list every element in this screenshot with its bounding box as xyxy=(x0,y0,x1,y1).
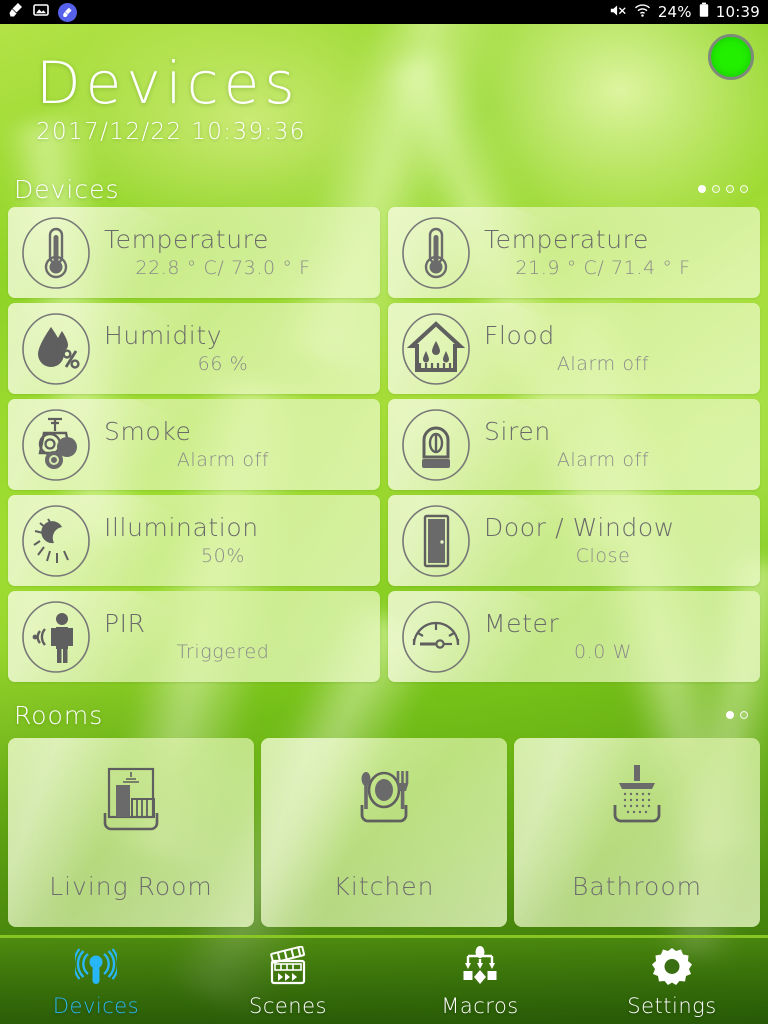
device-title: Temperature xyxy=(484,224,649,254)
page-datetime: 2017/12/22 10:39:36 xyxy=(36,119,306,145)
device-title: Flood xyxy=(484,320,555,350)
status-bar: 24% 10:39 xyxy=(0,0,768,24)
devices-section-header: Devices xyxy=(0,172,768,206)
device-card-door-window[interactable]: Door / Window Close xyxy=(388,495,760,586)
room-label: Kitchen xyxy=(333,872,435,901)
status-bar-clock: 10:39 xyxy=(715,3,760,21)
device-title: Door / Window xyxy=(484,512,675,542)
rooms-page-dot-2[interactable] xyxy=(740,711,748,719)
connection-status-indicator[interactable] xyxy=(708,34,754,80)
brush-icon xyxy=(8,2,24,22)
device-card-temperature-2[interactable]: Temperature 21.9 ° C/ 71.4 ° F xyxy=(388,207,760,298)
screenshot-icon xyxy=(33,2,49,22)
device-value: Alarm off xyxy=(556,352,650,375)
devices-page-dot-1[interactable] xyxy=(698,185,706,193)
device-card-siren[interactable]: Siren Alarm off xyxy=(388,399,760,490)
devices-section-title: Devices xyxy=(14,174,120,204)
device-value: Alarm off xyxy=(556,448,650,471)
devices-grid: Temperature 22.8 ° C/ 73.0 ° F Temperatu… xyxy=(8,207,760,682)
devices-pagination[interactable] xyxy=(698,185,748,193)
gear-icon xyxy=(651,945,693,989)
mute-icon xyxy=(609,3,627,22)
brush-badge-icon xyxy=(58,2,77,22)
room-card-living-room[interactable]: Living Room xyxy=(8,738,254,927)
device-card-flood[interactable]: Flood Alarm off xyxy=(388,303,760,394)
nav-label: Devices xyxy=(52,993,140,1018)
rooms-page-dot-1[interactable] xyxy=(726,711,734,719)
nav-label: Settings xyxy=(627,993,717,1018)
device-title: Smoke xyxy=(104,416,192,446)
flood-icon xyxy=(388,303,484,394)
pir-motion-icon xyxy=(8,591,104,682)
devices-page-dot-2[interactable] xyxy=(712,185,720,193)
device-card-temperature-1[interactable]: Temperature 22.8 ° C/ 73.0 ° F xyxy=(8,207,380,298)
device-title: Siren xyxy=(484,416,551,446)
meter-icon xyxy=(388,591,484,682)
device-value: Close xyxy=(575,544,631,567)
nav-item-scenes[interactable]: Scenes xyxy=(192,938,384,1024)
door-window-icon xyxy=(388,495,484,586)
bathroom-icon xyxy=(602,760,672,842)
device-card-smoke[interactable]: Smoke Alarm off xyxy=(8,399,380,490)
rooms-pagination[interactable] xyxy=(726,711,748,719)
nav-item-settings[interactable]: Settings xyxy=(576,938,768,1024)
illumination-icon xyxy=(8,495,104,586)
devices-page-dot-4[interactable] xyxy=(740,185,748,193)
nav-item-devices[interactable]: Devices xyxy=(0,938,192,1024)
device-value: Alarm off xyxy=(176,448,270,471)
device-value: 21.9 ° C/ 71.4 ° F xyxy=(515,256,691,279)
device-card-illumination[interactable]: Illumination 50% xyxy=(8,495,380,586)
thermometer-icon xyxy=(8,207,104,298)
room-card-bathroom[interactable]: Bathroom xyxy=(514,738,760,927)
thermometer-icon xyxy=(388,207,484,298)
clapperboard-icon xyxy=(267,945,309,989)
room-label: Living Room xyxy=(49,872,213,901)
devices-page-dot-3[interactable] xyxy=(726,185,734,193)
device-value: Triggered xyxy=(176,640,270,663)
nav-label: Scenes xyxy=(249,993,327,1018)
macros-flow-icon xyxy=(459,945,501,989)
room-card-kitchen[interactable]: Kitchen xyxy=(261,738,507,927)
device-value: 50% xyxy=(200,544,246,567)
kitchen-icon xyxy=(349,760,419,842)
page-title: Devices xyxy=(36,49,300,117)
rooms-section-header: Rooms xyxy=(0,698,768,732)
device-title: Temperature xyxy=(104,224,269,254)
battery-icon xyxy=(699,2,709,22)
siren-icon xyxy=(388,399,484,490)
nav-item-macros[interactable]: Macros xyxy=(384,938,576,1024)
battery-percent: 24% xyxy=(657,3,692,21)
wifi-icon xyxy=(634,3,651,22)
rooms-row: Living Room Kitchen Bathroom xyxy=(8,738,760,927)
device-value: 22.8 ° C/ 73.0 ° F xyxy=(135,256,311,279)
bottom-navigation: Devices Scenes Macros Settings xyxy=(0,935,768,1024)
devices-signal-icon xyxy=(75,945,117,989)
nav-label: Macros xyxy=(441,993,519,1018)
humidity-icon xyxy=(8,303,104,394)
app-root: 24% 10:39 Devices 2017/12/22 10:39:36 De… xyxy=(0,0,768,1024)
device-card-meter[interactable]: Meter 0.0 W xyxy=(388,591,760,682)
rooms-section-title: Rooms xyxy=(14,700,104,730)
page-header: Devices 2017/12/22 10:39:36 xyxy=(0,24,768,172)
device-value: 0.0 W xyxy=(573,640,633,663)
device-card-pir[interactable]: PIR Triggered xyxy=(8,591,380,682)
device-value: 66 % xyxy=(197,352,249,375)
device-card-humidity[interactable]: Humidity 66 % xyxy=(8,303,380,394)
device-title: Meter xyxy=(484,608,560,638)
device-title: Humidity xyxy=(104,320,223,350)
room-label: Bathroom xyxy=(571,872,702,901)
smoke-icon xyxy=(8,399,104,490)
device-title: Illumination xyxy=(104,512,259,542)
living-room-icon xyxy=(96,760,166,842)
device-title: PIR xyxy=(104,608,146,638)
